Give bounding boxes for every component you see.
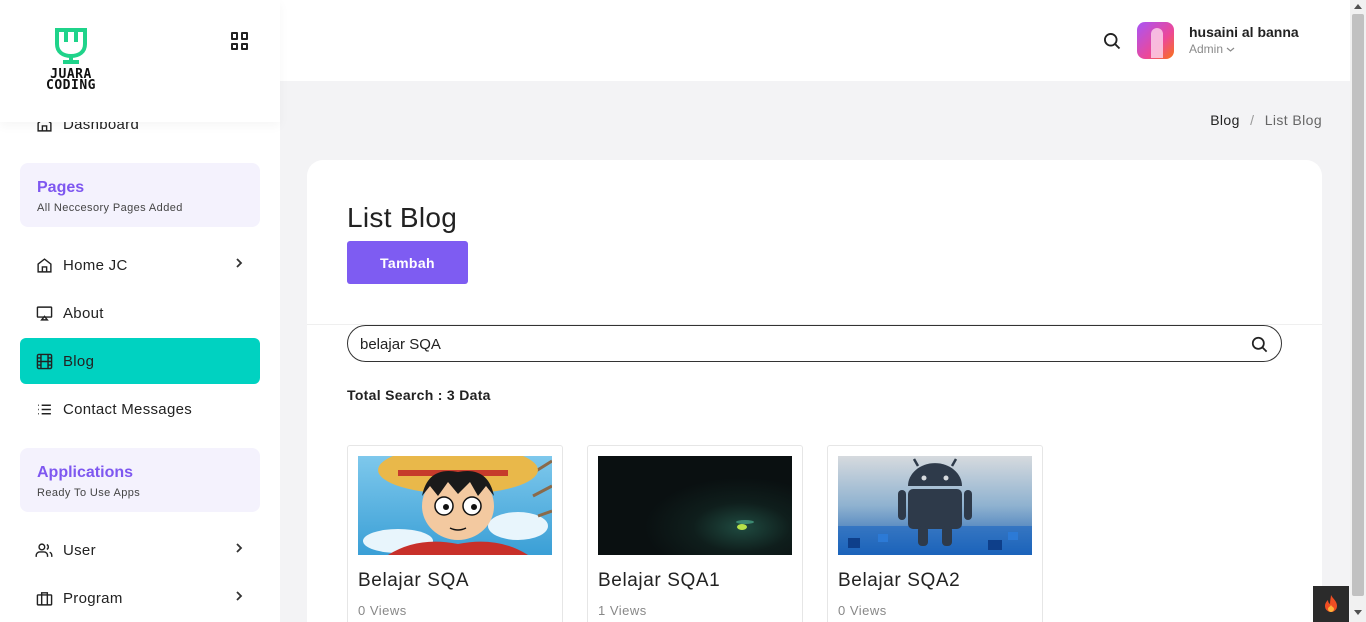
post-title[interactable]: Belajar SQA bbox=[358, 570, 469, 592]
post-views: 0 Views bbox=[838, 603, 887, 618]
sidebar-item-label: User bbox=[63, 541, 96, 559]
main-card: List Blog Tambah Total Search : 3 Data bbox=[307, 160, 1322, 622]
user-role-dropdown[interactable]: Admin bbox=[1189, 42, 1235, 56]
chevron-right-icon bbox=[234, 256, 244, 272]
blog-card[interactable]: Belajar SQA 0 Views bbox=[347, 445, 563, 622]
fire-button[interactable] bbox=[1313, 586, 1349, 622]
top-header: husaini al banna Admin bbox=[280, 0, 1350, 81]
sidebar-item-label: Home JC bbox=[63, 256, 128, 274]
app-grid-icon[interactable] bbox=[231, 32, 249, 50]
post-title[interactable]: Belajar SQA1 bbox=[598, 570, 720, 592]
sidebar-item-blog[interactable]: Blog bbox=[20, 338, 260, 384]
avatar[interactable] bbox=[1137, 22, 1174, 59]
sidebar-item-label: About bbox=[63, 304, 104, 322]
page-title: List Blog bbox=[347, 202, 458, 233]
sidebar-item-about[interactable]: About bbox=[20, 290, 260, 336]
scroll-down-arrow-icon[interactable] bbox=[1354, 610, 1362, 615]
search-icon[interactable] bbox=[1250, 335, 1269, 359]
section-title: Applications bbox=[37, 464, 134, 481]
users-icon bbox=[35, 541, 53, 559]
post-title[interactable]: Belajar SQA2 bbox=[838, 570, 960, 592]
anime-character-image[interactable] bbox=[358, 456, 552, 555]
user-role-label: Admin bbox=[1189, 42, 1224, 56]
scroll-thumb[interactable] bbox=[1352, 14, 1364, 596]
section-applications: Applications Ready To Use Apps bbox=[20, 448, 260, 512]
post-views: 0 Views bbox=[358, 603, 407, 618]
user-name[interactable]: husaini al banna bbox=[1189, 24, 1299, 40]
android-robot-image[interactable] bbox=[838, 456, 1032, 555]
search-input[interactable] bbox=[360, 334, 1240, 354]
logo-bar: JUARA CODING bbox=[0, 0, 280, 122]
sidebar-item-program[interactable]: Program bbox=[20, 575, 260, 621]
fire-icon bbox=[1325, 595, 1337, 612]
blog-card[interactable]: Belajar SQA1 1 Views bbox=[587, 445, 803, 622]
chevron-right-icon bbox=[234, 541, 244, 557]
add-button[interactable]: Tambah bbox=[347, 241, 468, 284]
search-icon[interactable] bbox=[1102, 31, 1122, 56]
breadcrumb-separator: / bbox=[1250, 112, 1255, 128]
film-icon bbox=[35, 352, 53, 370]
sidebar-item-label: Contact Messages bbox=[63, 400, 193, 418]
list-icon bbox=[35, 400, 53, 418]
sidebar-item-user[interactable]: User bbox=[20, 527, 260, 573]
brand-logo[interactable]: JUARA CODING bbox=[34, 26, 108, 93]
scrollbar[interactable] bbox=[1350, 0, 1366, 622]
sidebar-item-label: Program bbox=[63, 589, 123, 607]
logo-text-coding: CODING bbox=[46, 78, 96, 93]
blog-card[interactable]: Belajar SQA2 0 Views bbox=[827, 445, 1043, 622]
sidebar-item-home-jc[interactable]: Home JC bbox=[20, 242, 260, 288]
home-icon bbox=[35, 256, 53, 274]
trophy-logo-icon bbox=[55, 28, 87, 64]
breadcrumb-item-current: List Blog bbox=[1264, 112, 1322, 128]
section-subtitle: Ready To Use Apps bbox=[37, 487, 141, 499]
monitor-icon bbox=[35, 304, 53, 322]
scroll-up-arrow-icon[interactable] bbox=[1354, 4, 1362, 9]
breadcrumb-item-blog[interactable]: Blog bbox=[1210, 112, 1240, 128]
section-pages: Pages All Neccesory Pages Added bbox=[20, 163, 260, 227]
sidebar-item-label: Blog bbox=[63, 352, 95, 370]
briefcase-icon bbox=[35, 589, 53, 607]
sidebar: JUARA CODING Dashboard Pages All Necceso… bbox=[0, 0, 280, 622]
breadcrumb: Blog / List Blog bbox=[1210, 112, 1322, 128]
section-title: Pages bbox=[37, 179, 85, 196]
dark-scene-image[interactable] bbox=[598, 456, 792, 555]
sidebar-item-contact-messages[interactable]: Contact Messages bbox=[20, 386, 260, 432]
search-box bbox=[347, 325, 1282, 362]
total-search-count: Total Search : 3 Data bbox=[347, 387, 491, 403]
section-subtitle: All Neccesory Pages Added bbox=[37, 202, 183, 214]
chevron-right-icon bbox=[234, 589, 244, 605]
chevron-down-icon bbox=[1226, 42, 1235, 56]
post-views: 1 Views bbox=[598, 603, 647, 618]
